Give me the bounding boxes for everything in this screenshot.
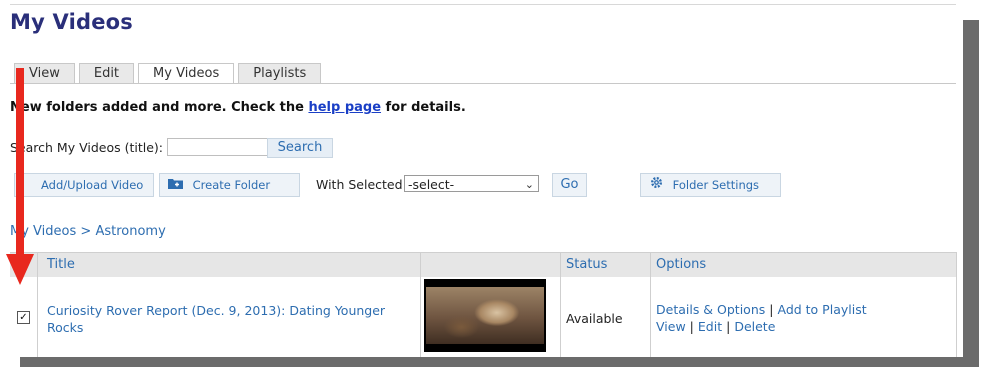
details-options-link[interactable]: Details & Options xyxy=(656,302,765,317)
with-selected-label: With Selected xyxy=(316,177,403,192)
options-separator: | xyxy=(769,302,774,317)
frame-shadow-right xyxy=(963,20,979,365)
table-header: Title Status Options xyxy=(10,252,956,278)
view-link[interactable]: View xyxy=(656,319,686,334)
breadcrumb-separator: > xyxy=(80,224,92,239)
options-line-1: Details & Options | Add to Playlist xyxy=(656,302,867,317)
options-separator: | xyxy=(726,319,731,334)
video-thumbnail[interactable] xyxy=(424,279,546,352)
tab-bar: View Edit My Videos Playlists xyxy=(14,63,322,83)
tab-edit[interactable]: Edit xyxy=(78,63,135,83)
folder-settings-button[interactable]: Folder Settings xyxy=(640,173,781,197)
red-arrow-annotation xyxy=(6,68,34,285)
page-canvas: My Videos View Edit My Videos Playlists … xyxy=(0,0,963,357)
column-header-options: Options xyxy=(656,257,707,272)
search-input[interactable] xyxy=(167,138,269,156)
add-to-playlist-link[interactable]: Add to Playlist xyxy=(777,302,866,317)
arrow-head xyxy=(6,254,34,285)
delete-link[interactable]: Delete xyxy=(734,319,775,334)
column-divider xyxy=(420,252,421,357)
row-checkbox[interactable]: ✓ xyxy=(17,311,30,324)
bulk-action-select[interactable]: -select- ⌄ xyxy=(404,175,539,192)
bulk-action-value: -select- xyxy=(408,177,455,192)
options-separator: | xyxy=(689,319,694,334)
breadcrumb-current[interactable]: Astronomy xyxy=(95,224,165,239)
tab-my-videos[interactable]: My Videos xyxy=(138,63,235,83)
edit-link[interactable]: Edit xyxy=(698,319,722,334)
column-divider xyxy=(650,252,651,357)
search-button[interactable]: Search xyxy=(267,138,333,158)
chevron-down-icon: ⌄ xyxy=(524,178,534,191)
folder-settings-label: Folder Settings xyxy=(672,178,760,192)
notice-suffix: for details. xyxy=(385,100,466,115)
go-button[interactable]: Go xyxy=(552,173,587,197)
column-divider xyxy=(956,252,957,357)
tab-playlists[interactable]: Playlists xyxy=(238,63,322,83)
create-folder-label: Create Folder xyxy=(192,178,271,192)
video-title-link[interactable]: Curiosity Rover Report (Dec. 9, 2013): D… xyxy=(47,302,407,336)
notice-message: New folders added and more. Check the he… xyxy=(10,100,466,115)
frame-shadow-bottom xyxy=(20,357,979,367)
top-divider xyxy=(10,4,956,5)
column-divider xyxy=(560,252,561,357)
folder-add-icon xyxy=(168,178,187,192)
create-folder-button[interactable]: Create Folder xyxy=(159,173,300,197)
column-header-status[interactable]: Status xyxy=(566,253,607,277)
help-page-link[interactable]: help page xyxy=(308,100,381,115)
arrow-shaft xyxy=(16,68,24,256)
status-text: Available xyxy=(566,311,623,326)
tab-divider xyxy=(10,83,956,84)
rover-image xyxy=(426,287,544,344)
options-line-2: View | Edit | Delete xyxy=(656,319,775,334)
gear-icon xyxy=(650,176,667,192)
